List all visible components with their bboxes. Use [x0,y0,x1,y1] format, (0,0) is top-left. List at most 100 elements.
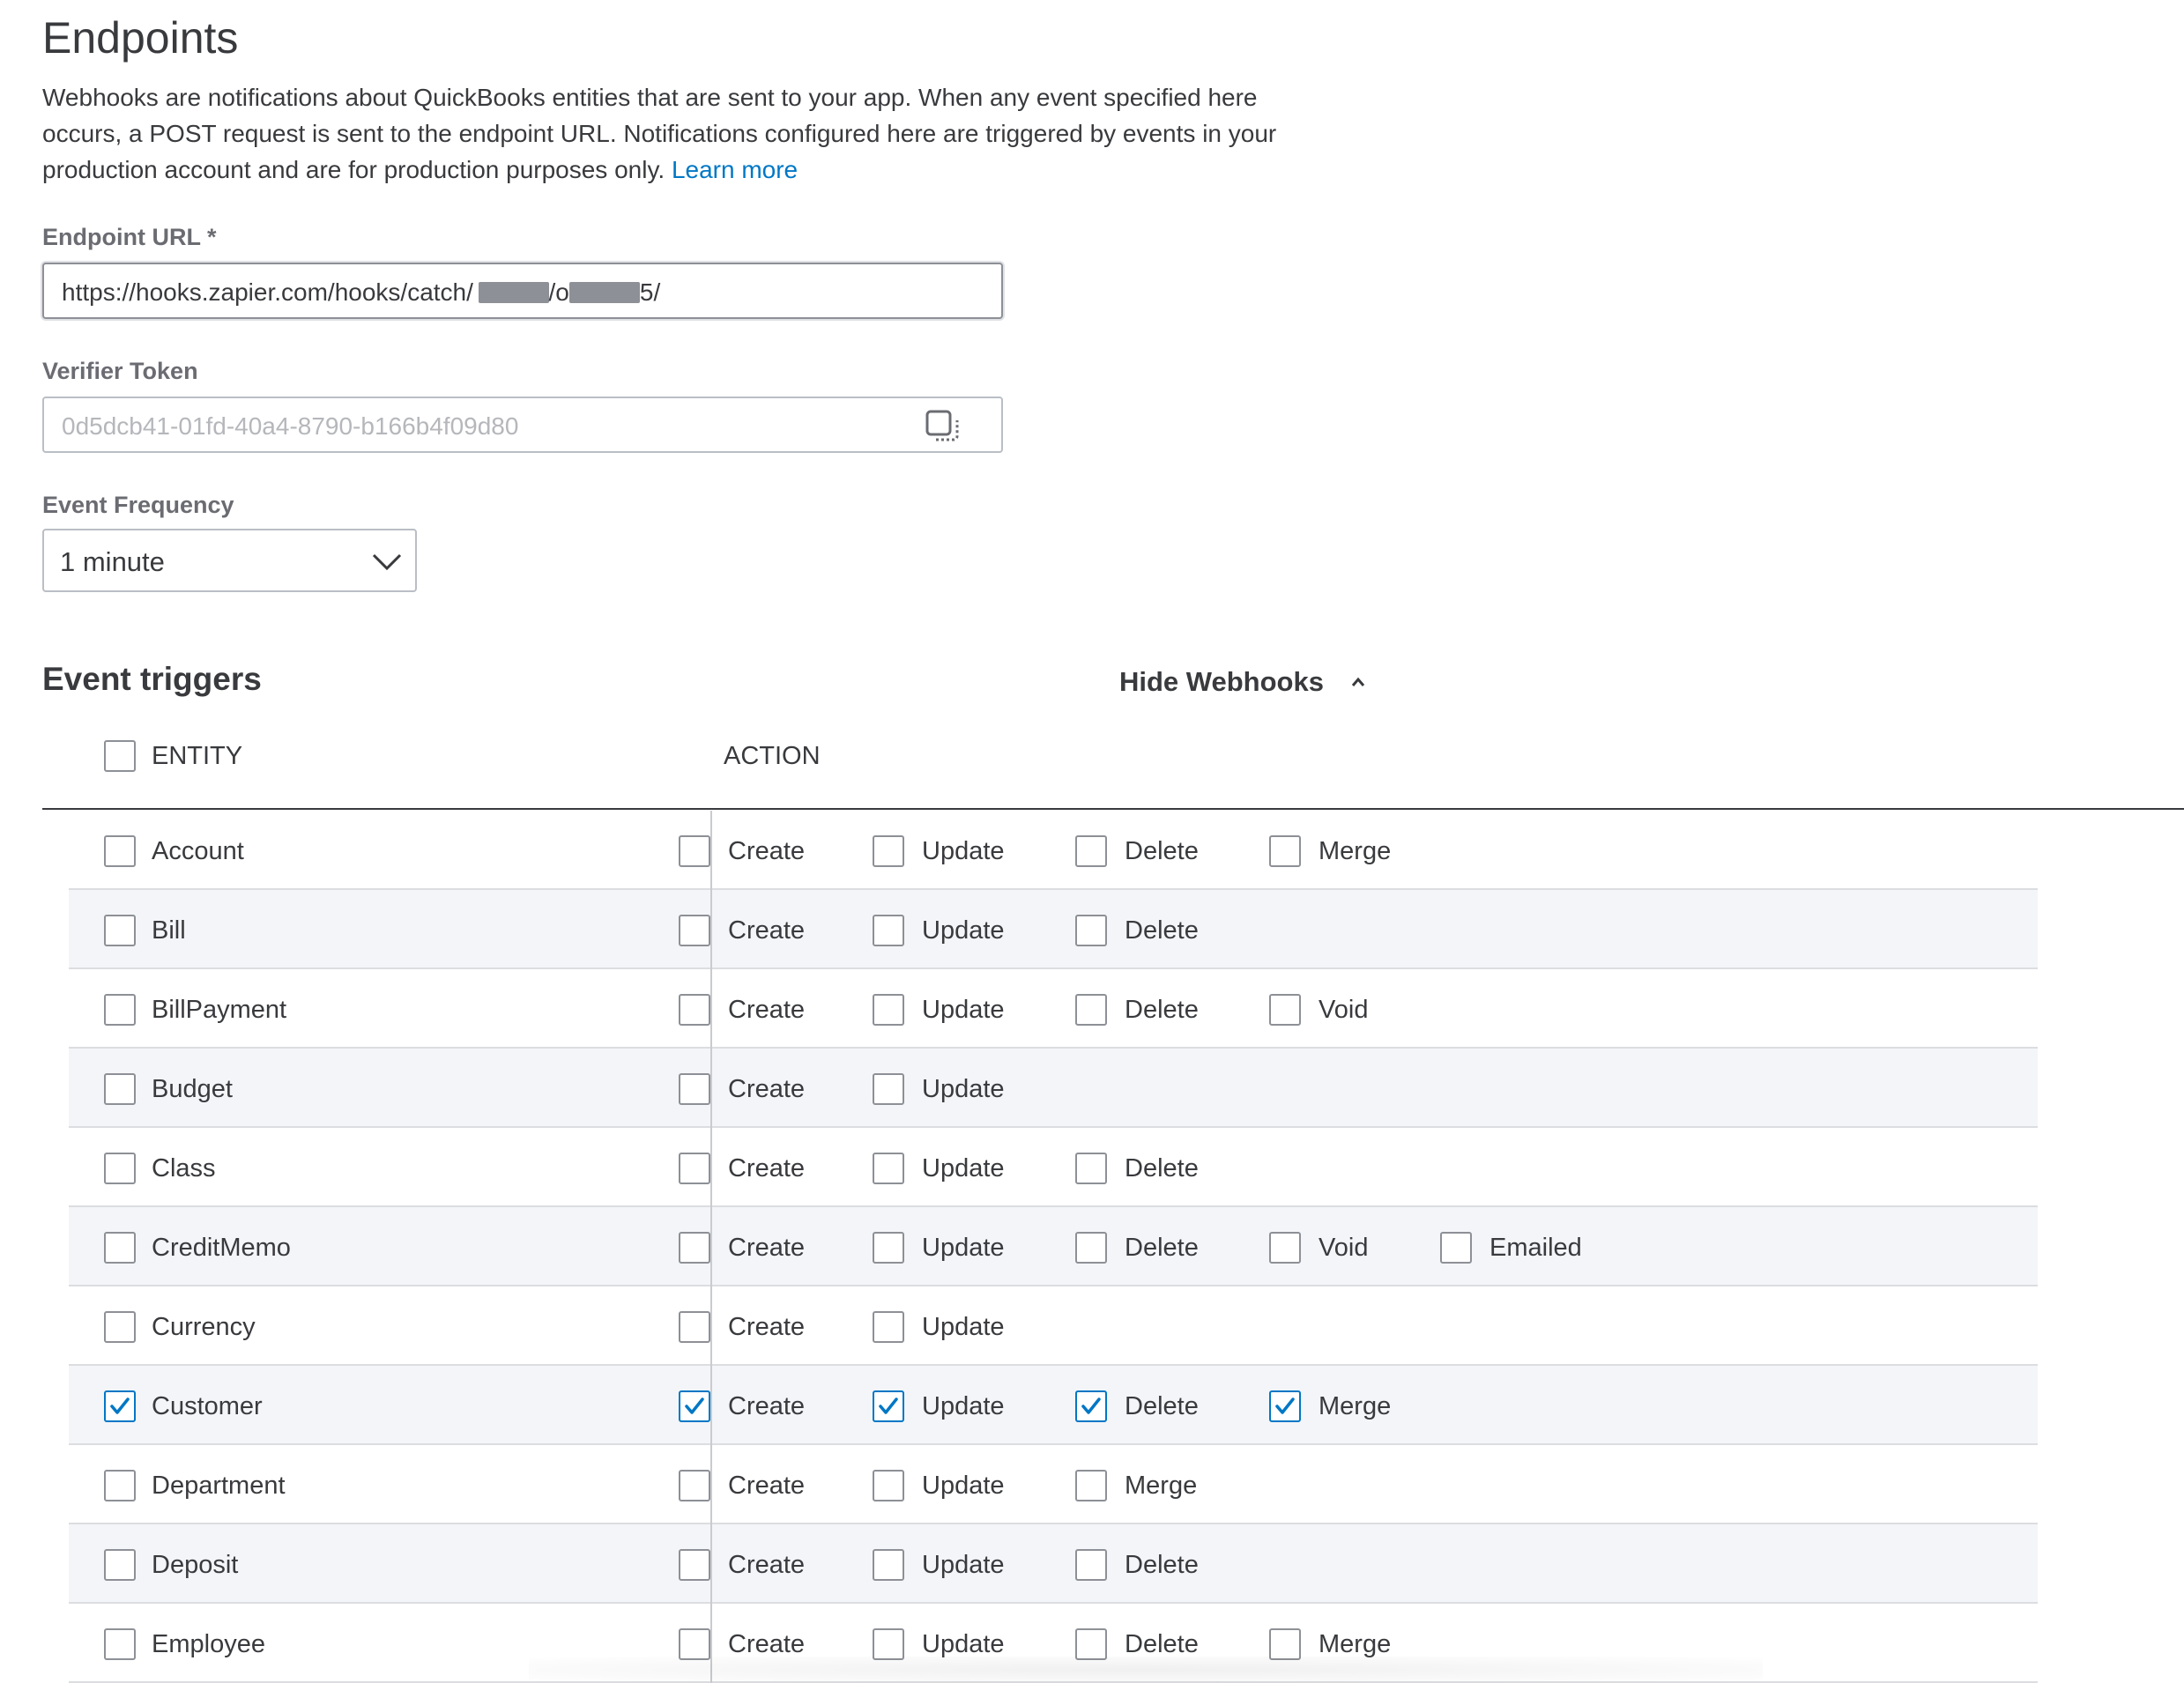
action-checkbox[interactable] [679,915,710,946]
event-frequency-label: Event Frequency [42,492,234,518]
table-row: CreditMemo Create Update Delete Void Emailed [69,1207,2038,1286]
action-label: Create [728,1472,806,1500]
entity-checkbox[interactable] [104,1311,136,1343]
entity-label: BillPayment [152,996,287,1024]
action-checkbox[interactable] [873,1153,904,1184]
redacted-block [478,282,549,303]
entity-label: Deposit [152,1551,239,1579]
redacted-segment [473,278,479,306]
learn-more-link[interactable]: Learn more [672,156,798,183]
chevron-up-icon [1351,677,1364,686]
action-column-header: ACTION [724,742,821,770]
action-label: Create [728,1075,806,1103]
action-label: Create [728,837,806,865]
table-row: Class Create Update Delete [69,1128,2038,1207]
action-label: Merge [1319,837,1392,865]
action-label: Update [922,1630,1005,1658]
action-label: Delete [1125,1630,1199,1658]
entity-label: Bill [152,916,186,945]
action-checkbox[interactable] [1269,1232,1301,1264]
description-text: Webhooks are notifications about QuickBo… [42,84,1277,183]
action-checkbox[interactable] [1075,835,1107,867]
entity-checkbox[interactable] [104,1073,136,1105]
action-checkbox[interactable] [1269,1390,1301,1422]
action-checkbox[interactable] [873,1232,904,1264]
entity-checkbox[interactable] [104,1549,136,1581]
action-label: Void [1319,996,1369,1024]
column-divider [710,811,712,1683]
action-checkbox[interactable] [1075,1628,1107,1660]
entity-checkbox[interactable] [104,1153,136,1184]
select-all-checkbox[interactable] [104,740,136,772]
hide-webhooks-toggle[interactable]: Hide Webhooks [1119,666,1365,698]
action-label: Update [922,1234,1005,1262]
action-checkbox[interactable] [873,1311,904,1343]
action-checkbox[interactable] [1075,915,1107,946]
action-checkbox[interactable] [679,1232,710,1264]
action-checkbox[interactable] [679,1549,710,1581]
entity-checkbox[interactable] [104,1470,136,1501]
action-label: Update [922,916,1005,945]
action-checkbox[interactable] [679,835,710,867]
action-checkbox[interactable] [1269,835,1301,867]
event-triggers-table: Account Create Update Delete Merge Bill Create… [69,811,2038,1683]
action-label: Delete [1125,1392,1199,1420]
action-label: Create [728,916,806,945]
page-title: Endpoints [42,13,239,63]
table-row: Customer Create Update Delete Merge [69,1366,2038,1445]
action-checkbox[interactable] [1269,994,1301,1026]
chevron-down-icon [372,553,402,571]
action-checkbox[interactable] [1075,994,1107,1026]
entity-checkbox[interactable] [104,1232,136,1264]
action-label: Update [922,1551,1005,1579]
action-label: Update [922,1154,1005,1183]
action-checkbox[interactable] [1075,1470,1107,1501]
page-description: Webhooks are notifications about QuickBo… [42,79,1329,188]
entity-checkbox[interactable] [104,1390,136,1422]
action-checkbox[interactable] [1075,1153,1107,1184]
event-frequency-select[interactable]: 1 minute [42,529,417,592]
action-checkbox[interactable] [679,1470,710,1501]
action-checkbox[interactable] [873,835,904,867]
action-label: Delete [1125,837,1199,865]
entity-checkbox[interactable] [104,1628,136,1660]
action-checkbox[interactable] [873,1073,904,1105]
action-label: Create [728,1154,806,1183]
action-checkbox[interactable] [1075,1549,1107,1581]
entity-checkbox[interactable] [104,915,136,946]
action-checkbox[interactable] [873,994,904,1026]
action-checkbox[interactable] [679,1390,710,1422]
copy-icon[interactable] [924,408,961,445]
action-checkbox[interactable] [1075,1390,1107,1422]
action-checkbox[interactable] [679,1311,710,1343]
table-row: Currency Create Update [69,1286,2038,1366]
entity-label: Employee [152,1630,265,1658]
action-checkbox[interactable] [679,994,710,1026]
entity-checkbox[interactable] [104,835,136,867]
entity-label: Budget [152,1075,233,1103]
action-checkbox[interactable] [679,1153,710,1184]
entity-label: Customer [152,1392,263,1420]
hide-webhooks-label: Hide Webhooks [1119,666,1324,697]
action-checkbox[interactable] [1440,1232,1472,1264]
entity-checkbox[interactable] [104,994,136,1026]
action-checkbox[interactable] [873,1549,904,1581]
action-checkbox[interactable] [873,1628,904,1660]
action-checkbox[interactable] [1269,1628,1301,1660]
action-checkbox[interactable] [873,1470,904,1501]
action-checkbox[interactable] [1075,1232,1107,1264]
endpoint-url-input[interactable]: https://hooks.zapier.com/hooks/catch/ /o… [42,263,1003,319]
header-divider [42,808,2184,810]
action-label: Update [922,1472,1005,1500]
action-label: Update [922,1313,1005,1341]
action-checkbox[interactable] [873,1390,904,1422]
action-checkbox[interactable] [679,1628,710,1660]
action-checkbox[interactable] [873,915,904,946]
table-row: Bill Create Update Delete [69,890,2038,969]
action-checkbox[interactable] [679,1073,710,1105]
action-label: Create [728,1630,806,1658]
table-row: Deposit Create Update Delete [69,1524,2038,1604]
event-triggers-title: Event triggers [42,661,262,697]
action-label: Merge [1125,1472,1198,1500]
action-label: Delete [1125,916,1199,945]
